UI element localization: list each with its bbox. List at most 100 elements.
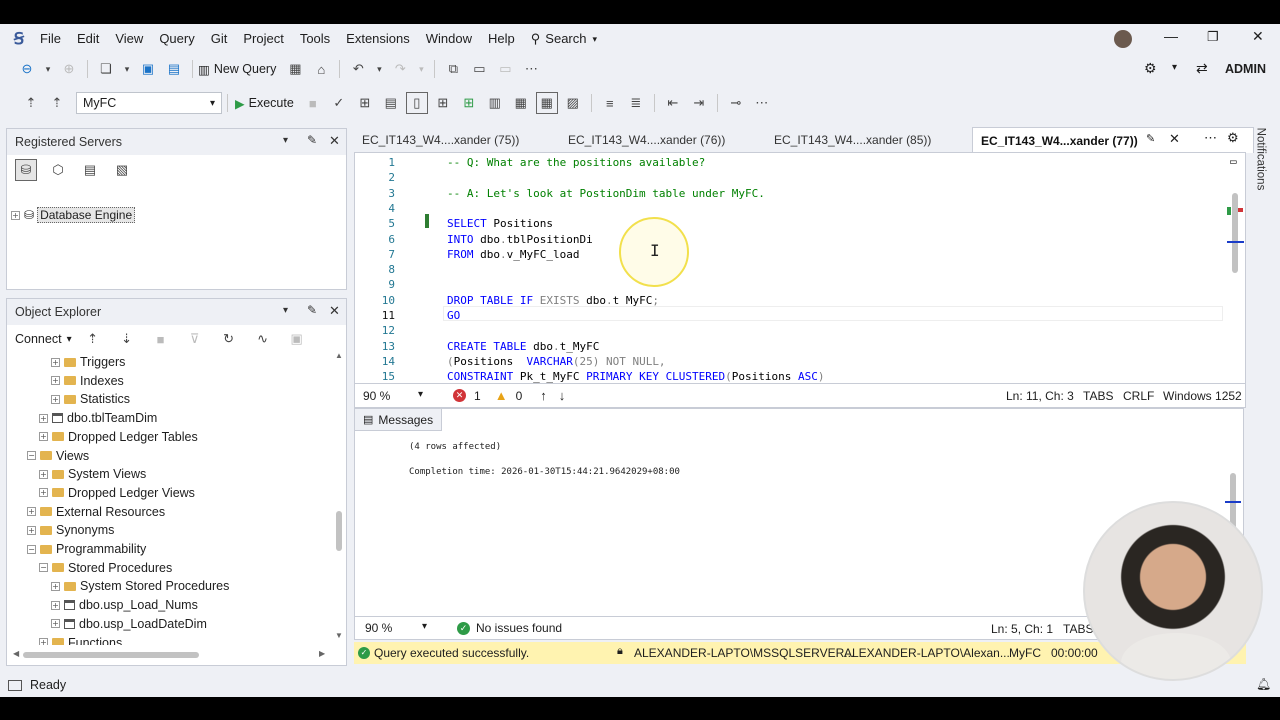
code-line[interactable]: 14 (Positions VARCHAR(25) NOT NULL, <box>355 354 1215 369</box>
back-icon[interactable]: ⊖ <box>16 58 38 80</box>
split-icon[interactable]: ▭ <box>1230 155 1237 168</box>
tree-item[interactable]: + System Stored Procedures <box>51 577 229 595</box>
chevron-down-icon[interactable]: ▾ <box>121 58 133 80</box>
stop-icon[interactable]: ■ <box>302 92 324 114</box>
menu-extensions[interactable]: Extensions <box>338 24 418 54</box>
arrow-down-icon[interactable]: ↓ <box>559 388 566 403</box>
menu-help[interactable]: Help <box>480 24 523 54</box>
execute-button[interactable]: ▶ Execute <box>235 96 294 111</box>
disconnect-icon[interactable]: ⇣ <box>116 328 138 350</box>
menu-edit[interactable]: Edit <box>69 24 107 54</box>
expand-icon[interactable]: + <box>51 394 60 404</box>
scroll-left-icon[interactable]: ◀ <box>13 649 19 658</box>
specify-values-icon[interactable]: ⊸ <box>725 92 747 114</box>
expand-icon[interactable]: + <box>39 638 48 645</box>
live-stats-icon[interactable]: ⊞ <box>458 92 480 114</box>
scrollbar-thumb[interactable] <box>336 511 342 551</box>
tree-item[interactable]: − Stored Procedures <box>39 559 172 577</box>
expand-icon[interactable]: + <box>39 488 48 498</box>
zoom-select[interactable]: 90 % ▾ <box>365 621 427 635</box>
editor-scrollbar[interactable]: ▭ <box>1225 153 1245 385</box>
collapse-icon[interactable]: − <box>39 563 48 573</box>
database-query-icon[interactable]: ▦ <box>284 58 306 80</box>
results-to-grid-icon[interactable]: ▦ <box>510 92 532 114</box>
template-icon[interactable]: ▭ <box>494 58 516 80</box>
tree-item[interactable]: − Programmability <box>27 540 146 558</box>
minimize-icon[interactable]: — <box>1164 28 1178 44</box>
chevron-down-icon[interactable]: ▾ <box>283 135 288 146</box>
close-window-icon[interactable]: ✕ <box>1252 28 1264 45</box>
increase-indent-icon[interactable]: ⇥ <box>688 92 710 114</box>
menu-tools[interactable]: Tools <box>292 24 338 54</box>
expand-icon[interactable]: + <box>51 581 60 591</box>
expand-icon[interactable]: + <box>51 600 60 610</box>
save-icon[interactable]: ▣ <box>137 58 159 80</box>
arrow-up-icon[interactable]: ↑ <box>540 388 547 403</box>
encoding[interactable]: Windows 1252 <box>1163 389 1242 403</box>
more-icon[interactable]: ⋯ <box>751 92 773 114</box>
parse-icon[interactable]: ✓ <box>328 92 350 114</box>
chevron-down-icon[interactable]: ▾ <box>373 58 385 80</box>
menu-file[interactable]: File <box>32 24 69 54</box>
client-stats-icon[interactable]: ▥ <box>484 92 506 114</box>
filter-icon[interactable]: ⊽ <box>184 328 206 350</box>
refresh-icon[interactable]: ↻ <box>218 328 240 350</box>
messages-tab[interactable]: ▤ Messages <box>355 409 443 431</box>
account-button[interactable]: ADMIN <box>1225 62 1266 76</box>
tree-item[interactable]: + Statistics <box>51 390 130 408</box>
code-area[interactable]: 1 -- Q: What are the positions available?… <box>355 153 1225 385</box>
horizontal-scrollbar[interactable]: ◀ ▶ <box>11 649 331 661</box>
tree-item[interactable]: + Indexes <box>51 372 124 390</box>
sql-editor[interactable]: 1 -- Q: What are the positions available?… <box>354 152 1246 384</box>
zoom-select[interactable]: 90 % ▾ <box>363 389 423 403</box>
stop-icon[interactable]: ■ <box>150 328 172 350</box>
include-plan-icon[interactable]: ⊞ <box>432 92 454 114</box>
cursor-position[interactable]: Ln: 11, Ch: 3 <box>1006 389 1074 403</box>
notification-bell-icon[interactable]: 🔔︎ <box>1256 677 1271 691</box>
redo-icon[interactable]: ↷ <box>389 58 411 80</box>
code-line[interactable]: 12 <box>355 323 1215 338</box>
results-to-text-icon[interactable]: ▯ <box>405 92 428 114</box>
menu-git[interactable]: Git <box>203 24 236 54</box>
tab-document[interactable]: EC_IT143_W4....xander (85)) <box>766 127 972 153</box>
analysis-query-icon[interactable]: ⌂ <box>310 58 332 80</box>
close-icon[interactable]: ✕ <box>329 303 340 319</box>
code-line[interactable]: 13 CREATE TABLE dbo.t_MyFC <box>355 339 1215 354</box>
query-options-icon[interactable]: ▤ <box>380 92 402 114</box>
expand-icon[interactable]: + <box>51 357 60 367</box>
tree-item[interactable]: + Dropped Ledger Tables <box>39 428 198 446</box>
connect-plug-icon[interactable]: ⇡ <box>82 328 104 350</box>
code-line[interactable]: 3 -- A: Let's look at PostionDim table un… <box>355 186 1215 201</box>
new-project-icon[interactable]: ❏ <box>95 58 117 80</box>
cursor-position[interactable]: Ln: 5, Ch: 1 <box>991 622 1053 636</box>
expand-icon[interactable]: + <box>39 432 48 442</box>
object-explorer-icon[interactable]: ▭ <box>468 58 490 80</box>
expand-icon[interactable]: + <box>27 525 36 535</box>
tree-item[interactable]: + System Views <box>39 465 146 483</box>
tree-item[interactable]: − Views <box>27 447 89 465</box>
indent-mode[interactable]: TABS <box>1083 389 1113 403</box>
code-line[interactable]: 5 SELECT Positions <box>355 216 1215 231</box>
code-line[interactable]: 8 <box>355 262 1215 277</box>
undo-icon[interactable]: ↶ <box>347 58 369 80</box>
collapse-icon[interactable]: − <box>27 451 36 460</box>
tree-item[interactable]: + Triggers <box>51 353 125 371</box>
code-line[interactable]: 4 <box>355 201 1215 216</box>
scroll-down-icon[interactable]: ▼ <box>335 631 343 640</box>
database-engine-icon[interactable]: ⛁ <box>15 159 37 181</box>
menu-project[interactable]: Project <box>235 24 291 54</box>
share-icon[interactable]: ⇄ <box>1196 60 1208 77</box>
scrollbar-thumb[interactable] <box>1232 193 1238 273</box>
tree-item[interactable]: + Dropped Ledger Views <box>39 484 195 502</box>
tree-item[interactable]: + External Resources <box>27 503 165 521</box>
tab-document[interactable]: EC_IT143_W4....xander (75)) <box>354 127 560 153</box>
notifications-side-tab[interactable]: Notifications <box>1252 124 1268 194</box>
menu-view[interactable]: View <box>107 24 151 54</box>
integration-services-icon[interactable]: ▧ <box>111 159 133 181</box>
tab-document[interactable]: EC_IT143_W4....xander (76)) <box>560 127 766 153</box>
results-to-file-icon[interactable]: ▨ <box>562 92 584 114</box>
close-icon[interactable]: ✕ <box>329 133 340 149</box>
chevron-down-icon[interactable]: ▾ <box>42 58 54 80</box>
line-ending[interactable]: CRLF <box>1123 389 1154 403</box>
new-query-button[interactable]: ▥ New Query <box>198 62 276 77</box>
